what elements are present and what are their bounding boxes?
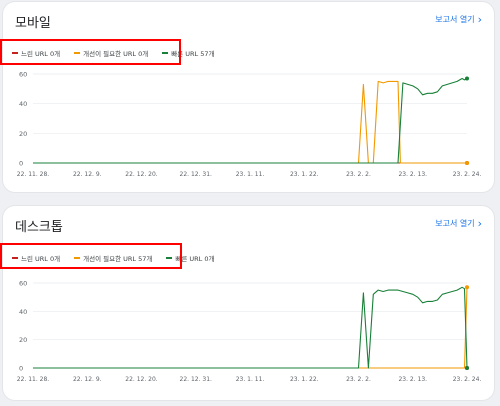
legend-item-fast[interactable]: 빠른 URL 57개 [162,48,214,58]
x-tick-label: 22. 11. 28. [17,376,50,383]
legend-label-fast: 빠른 URL 57개 [171,49,215,58]
mobile-open-report-link[interactable]: 보고서 열기 › [435,14,482,25]
y-tick-label: 20 [19,130,27,138]
series-end-point [465,366,469,370]
series-line [33,286,468,369]
desktop-chart: 0 20 40 60 22. 11. 28. 22. 12. 9. 22. 12. 20. 2… [17,280,482,384]
y-tick-label: 0 [19,365,23,373]
legend-swatch-fast [166,256,173,259]
legend-swatch-slow [12,256,18,259]
x-tick-label: 23. 1. 22. [290,171,319,178]
series-end-point [465,285,469,290]
y-tick-label: 60 [19,280,27,288]
x-tick-label: 22. 12. 20. [125,376,158,383]
legend-label-slow: 느린 URL 0개 [21,254,61,263]
x-tick-label: 23. 2. 24. [453,171,482,178]
x-tick-label: 22. 12. 9. [73,376,102,383]
legend-item-slow[interactable]: 느린 URL 0개 [12,253,60,263]
series-end-point [465,76,469,81]
x-tick-label: 23. 2. 2. [346,171,371,178]
x-tick-label: 23. 2. 2. [346,376,371,383]
desktop-title: 데스크톱 [15,220,63,235]
x-tick-label: 22. 12. 20. [125,171,158,178]
mobile-chart: 0 20 40 60 22. 11. 28. 22. 12. 9. 22. 12. 20. 2… [17,71,482,179]
chevron-right-icon: › [477,12,482,26]
x-tick-label: 23. 2. 13. [398,171,427,178]
series-line [33,77,468,164]
legend-swatch-needs-improvement [74,256,81,259]
legend-label-slow: 느린 URL 0개 [21,49,61,58]
y-tick-label: 60 [19,71,27,79]
mobile-open-report-label: 보고서 열기 [435,15,475,24]
desktop-open-report-label: 보고서 열기 [435,219,475,228]
x-tick-label: 22. 11. 28. [17,171,50,178]
mobile-legend: 느린 URL 0개 개선이 필요한 URL 0개 빠른 URL 57개 [12,41,228,64]
y-tick-label: 20 [19,336,27,344]
x-tick-label: 23. 1. 11. [236,171,265,178]
legend-item-fast[interactable]: 빠른 URL 0개 [166,253,214,263]
series-line [33,287,468,369]
desktop-open-report-link[interactable]: 보고서 열기 › [435,218,482,229]
x-tick-label: 22. 12. 31. [180,171,213,178]
x-tick-label: 22. 12. 9. [73,171,102,178]
desktop-legend: 느린 URL 0개 개선이 필요한 URL 57개 빠른 URL 0개 [12,246,228,269]
x-tick-label: 23. 1. 22. [290,376,319,383]
legend-label-needs-improvement: 개선이 필요한 URL 57개 [83,254,153,263]
legend-item-needs-improvement[interactable]: 개선이 필요한 URL 0개 [74,48,148,58]
y-tick-label: 0 [19,160,23,168]
x-tick-label: 23. 2. 13. [398,376,427,383]
x-tick-label: 22. 12. 31. [180,376,213,383]
legend-item-needs-improvement[interactable]: 개선이 필요한 URL 57개 [74,253,152,263]
x-tick-label: 23. 2. 24. [453,376,482,383]
y-tick-label: 40 [19,100,27,108]
series-end-point [465,161,469,165]
legend-swatch-fast [162,51,169,54]
y-tick-label: 40 [19,308,27,316]
x-tick-label: 23. 1. 11. [236,376,265,383]
legend-item-slow[interactable]: 느린 URL 0개 [12,48,60,58]
legend-swatch-needs-improvement [74,51,81,54]
chevron-right-icon: › [477,216,482,230]
legend-label-needs-improvement: 개선이 필요한 URL 0개 [83,49,149,58]
legend-label-fast: 빠른 URL 0개 [175,254,215,263]
mobile-title: 모바일 [15,16,51,31]
legend-swatch-slow [12,51,18,54]
